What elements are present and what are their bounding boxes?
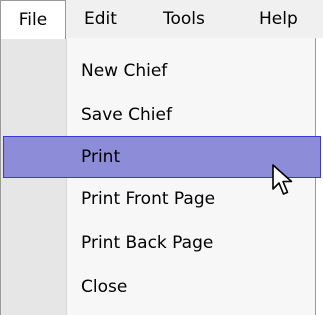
- menu-bar: File Edit Tools Help: [0, 0, 323, 39]
- menu-file[interactable]: File: [0, 0, 66, 39]
- menu-item-label: Close: [81, 277, 128, 297]
- menu-help[interactable]: Help: [259, 0, 298, 38]
- menu-edit[interactable]: Edit: [84, 0, 117, 38]
- menu-item-save-chief[interactable]: Save Chief: [1, 94, 315, 136]
- menu-item-new-chief[interactable]: New Chief: [1, 50, 315, 92]
- menu-item-close[interactable]: Close: [1, 266, 315, 308]
- menu-item-label: Print Front Page: [81, 189, 216, 209]
- file-dropdown-menu: New Chief Save Chief Print Print Front P…: [0, 38, 321, 315]
- menu-item-label: Print Back Page: [81, 233, 214, 253]
- arrow-pointer-icon: [272, 164, 293, 195]
- menu-item-label: New Chief: [81, 61, 168, 81]
- menu-item-label: Print: [81, 147, 121, 167]
- menu-item-print-back-page[interactable]: Print Back Page: [1, 222, 315, 264]
- menu-item-list: New Chief Save Chief Print Print Front P…: [1, 38, 321, 315]
- menu-tools[interactable]: Tools: [163, 0, 205, 38]
- menu-item-label: Save Chief: [81, 105, 172, 125]
- menu-item-print-front-page[interactable]: Print Front Page: [1, 178, 315, 220]
